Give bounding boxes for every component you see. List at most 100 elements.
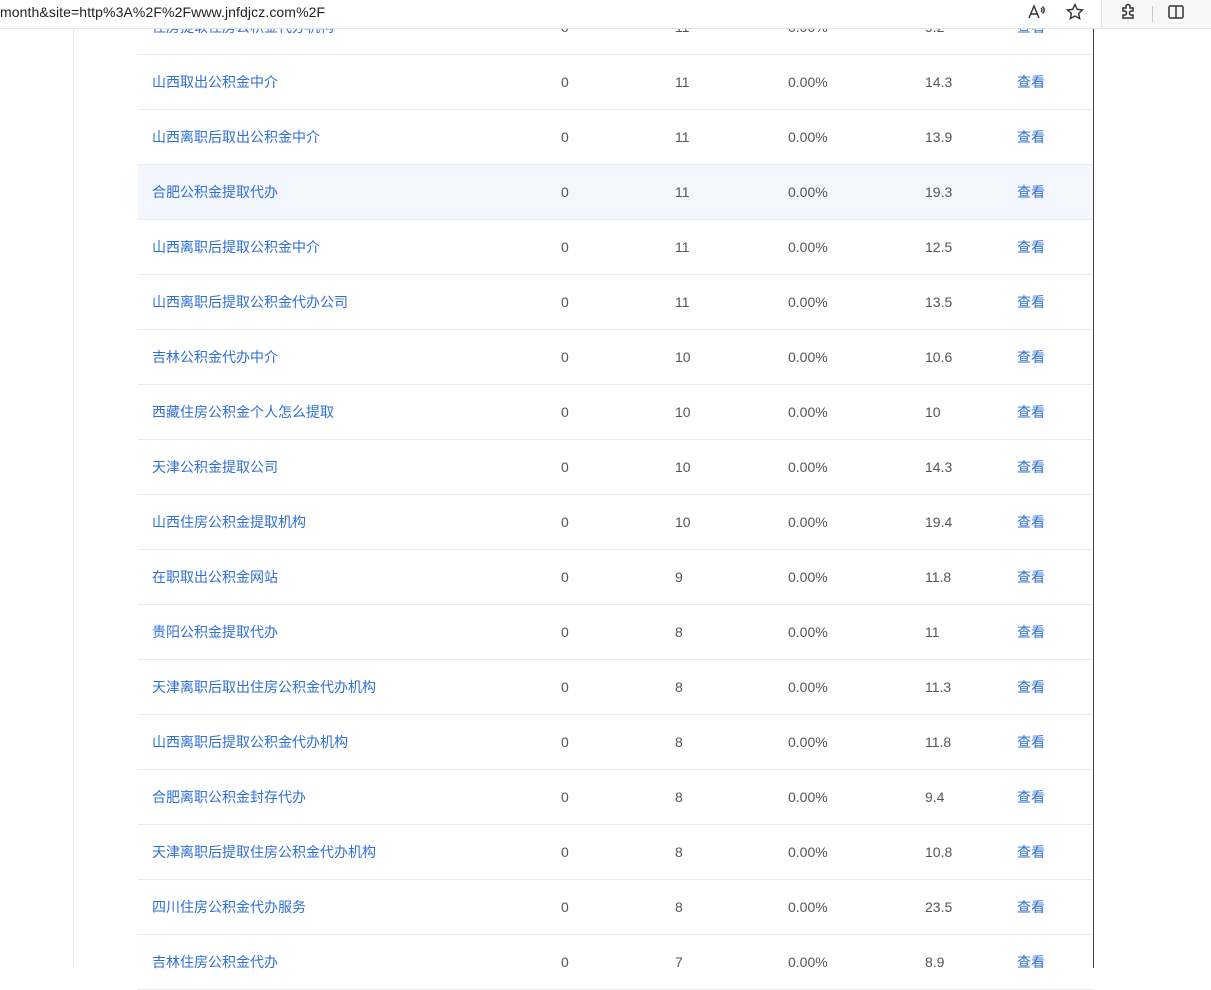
table-row: 山西离职后提取公积金中介 0 11 0.00% 12.5 查看 (138, 220, 1093, 275)
col1-value: 0 (561, 294, 569, 310)
col1-value: 0 (561, 954, 569, 970)
keyword-link[interactable]: 吉林公积金代办中介 (152, 330, 278, 384)
view-link[interactable]: 查看 (1017, 880, 1045, 934)
keyword-link[interactable]: 合肥离职公积金封存代办 (152, 770, 306, 824)
col2-value: 8 (675, 789, 683, 805)
address-url-text[interactable]: month&site=http%3A%2F%2Fwww.jnfdjcz.com%… (0, 4, 325, 20)
keyword-link[interactable]: 天津公积金提取公司 (152, 440, 278, 494)
col1-value: 0 (561, 74, 569, 90)
percent-value: 0.00% (788, 184, 828, 200)
table-row: 西藏住房公积金个人怎么提取 0 10 0.00% 10 查看 (138, 385, 1093, 440)
view-link[interactable]: 查看 (1017, 660, 1045, 714)
keyword-link[interactable]: 合肥公积金提取代办 (152, 165, 278, 219)
col4-value: 11.3 (925, 679, 952, 695)
percent-value: 0.00% (788, 239, 828, 255)
view-link[interactable]: 查看 (1017, 935, 1045, 989)
table-row: 合肥离职公积金封存代办 0 8 0.00% 9.4 查看 (138, 770, 1093, 825)
view-link[interactable]: 查看 (1017, 275, 1045, 329)
col4-value: 14.3 (925, 74, 953, 90)
col1-value: 0 (561, 624, 569, 640)
keyword-link[interactable]: 天津离职后取出住房公积金代办机构 (152, 660, 376, 714)
col1-value: 0 (561, 349, 569, 365)
keyword-link[interactable]: 山西离职后提取公积金代办公司 (152, 275, 348, 329)
col1-value: 0 (561, 734, 569, 750)
col1-value: 0 (561, 459, 569, 475)
favorite-star-icon[interactable] (1063, 0, 1087, 24)
table-row: 山西取出公积金中介 0 11 0.00% 14.3 查看 (138, 55, 1093, 110)
view-link[interactable]: 查看 (1017, 495, 1045, 549)
percent-value: 0.00% (788, 844, 828, 860)
col2-value: 8 (675, 844, 683, 860)
col2-value: 11 (675, 129, 690, 145)
keyword-link[interactable]: 山西离职后提取公积金中介 (152, 220, 320, 274)
view-link[interactable]: 查看 (1017, 605, 1045, 659)
view-link[interactable]: 查看 (1017, 770, 1045, 824)
page-frame-left-border (73, 28, 74, 968)
percent-value: 0.00% (788, 624, 828, 640)
keyword-link[interactable]: 山西离职后提取公积金代办机构 (152, 715, 348, 769)
col4-value: 11.8 (925, 569, 952, 585)
extensions-icon[interactable] (1116, 0, 1140, 24)
table-row: 天津离职后提取住房公积金代办机构 0 8 0.00% 10.8 查看 (138, 825, 1093, 880)
table-row: 吉林公积金代办中介 0 10 0.00% 10.6 查看 (138, 330, 1093, 385)
keyword-link[interactable]: 天津离职后提取住房公积金代办机构 (152, 825, 376, 879)
percent-value: 0.00% (788, 899, 828, 915)
table-row-hovered: 合肥公积金提取代办 0 11 0.00% 19.3 查看 (138, 165, 1093, 220)
col2-value: 8 (675, 734, 683, 750)
col4-value: 23.5 (925, 899, 953, 915)
col2-value: 8 (675, 899, 683, 915)
table-row: 贵阳公积金提取代办 0 8 0.00% 11 查看 (138, 605, 1093, 660)
col2-value: 8 (675, 624, 683, 640)
view-link[interactable]: 查看 (1017, 825, 1045, 879)
col4-value: 13.5 (925, 294, 953, 310)
page-frame-right-border (1093, 28, 1094, 968)
col4-value: 19.4 (925, 514, 953, 530)
table-row: 山西住房公积金提取机构 0 10 0.00% 19.4 查看 (138, 495, 1093, 550)
col1-value: 0 (561, 129, 569, 145)
read-aloud-icon[interactable] (1024, 0, 1048, 24)
keyword-link[interactable]: 吉林住房公积金代办 (152, 935, 278, 989)
keyword-link[interactable]: 在职取出公积金网站 (152, 550, 278, 604)
col2-value: 9 (675, 569, 683, 585)
col1-value: 0 (561, 514, 569, 530)
col4-value: 11.8 (925, 734, 952, 750)
table-row: 吉林住房公积金代办 0 7 0.00% 8.9 查看 (138, 935, 1093, 990)
col2-value: 7 (675, 954, 683, 970)
percent-value: 0.00% (788, 74, 828, 90)
col2-value: 11 (675, 184, 690, 200)
col1-value: 0 (561, 679, 569, 695)
col2-value: 11 (675, 239, 690, 255)
view-link[interactable]: 查看 (1017, 330, 1045, 384)
col4-value: 12.5 (925, 239, 953, 255)
col2-value: 11 (675, 74, 690, 90)
view-link[interactable]: 查看 (1017, 385, 1045, 439)
col2-value: 10 (675, 459, 691, 475)
view-link[interactable]: 查看 (1017, 220, 1045, 274)
percent-value: 0.00% (788, 459, 828, 475)
keyword-link[interactable]: 山西住房公积金提取机构 (152, 495, 306, 549)
table-row: 天津公积金提取公司 0 10 0.00% 14.3 查看 (138, 440, 1093, 495)
percent-value: 0.00% (788, 734, 828, 750)
view-link[interactable]: 查看 (1017, 715, 1045, 769)
keyword-link[interactable]: 西藏住房公积金个人怎么提取 (152, 385, 334, 439)
split-screen-icon[interactable] (1164, 0, 1188, 24)
keyword-link[interactable]: 山西取出公积金中介 (152, 55, 278, 109)
keyword-link[interactable]: 四川住房公积金代办服务 (152, 880, 306, 934)
col2-value: 10 (675, 404, 691, 420)
keyword-link[interactable]: 山西离职后取出公积金中介 (152, 110, 320, 164)
view-link[interactable]: 查看 (1017, 110, 1045, 164)
col1-value: 0 (561, 899, 569, 915)
col1-value: 0 (561, 844, 569, 860)
percent-value: 0.00% (788, 294, 828, 310)
percent-value: 0.00% (788, 514, 828, 530)
view-link[interactable]: 查看 (1017, 55, 1045, 109)
col2-value: 10 (675, 514, 691, 530)
col1-value: 0 (561, 789, 569, 805)
keyword-link[interactable]: 贵阳公积金提取代办 (152, 605, 278, 659)
table-row: 山西离职后提取公积金代办机构 0 8 0.00% 11.8 查看 (138, 715, 1093, 770)
col1-value: 0 (561, 239, 569, 255)
view-link[interactable]: 查看 (1017, 165, 1045, 219)
view-link[interactable]: 查看 (1017, 440, 1045, 494)
col2-value: 8 (675, 679, 683, 695)
view-link[interactable]: 查看 (1017, 550, 1045, 604)
